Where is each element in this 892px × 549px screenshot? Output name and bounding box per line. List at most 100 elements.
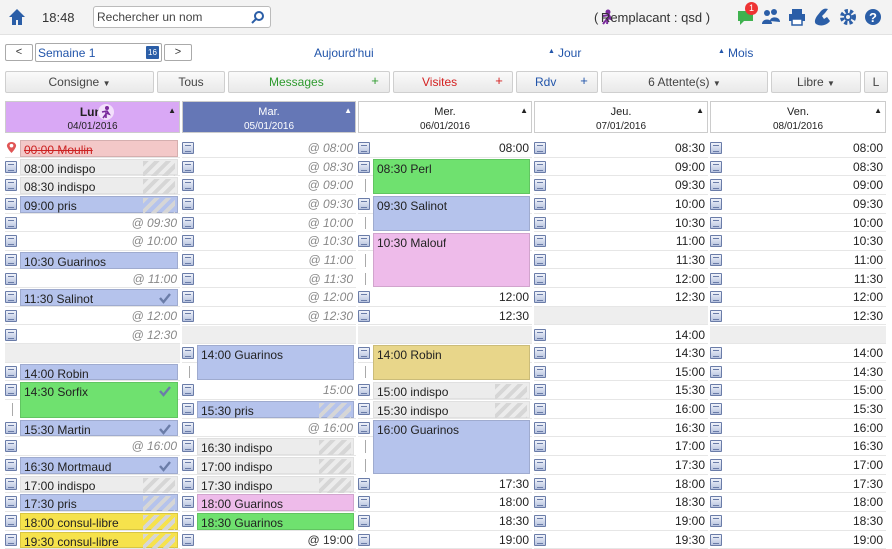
time-slot[interactable]: 14:30: [710, 363, 886, 382]
time-slot[interactable]: @ 10:30: [182, 232, 356, 251]
time-slot[interactable]: 17:00: [534, 437, 708, 456]
time-slot[interactable]: @ 10:00: [182, 214, 356, 233]
time-slot[interactable]: 18:00: [710, 493, 886, 512]
appointment-list-icon[interactable]: [358, 533, 370, 546]
collapse-triangle-icon[interactable]: ▲: [520, 105, 528, 116]
appointment-list-icon[interactable]: [534, 496, 546, 509]
time-slot[interactable]: @ 12:30: [182, 307, 356, 326]
next-week-button[interactable]: >: [164, 44, 192, 61]
time-slot[interactable]: @ 11:00: [5, 270, 180, 289]
time-slot[interactable]: [5, 344, 180, 363]
time-slot[interactable]: 00:00 Moulin: [5, 139, 180, 158]
time-slot[interactable]: 16:00: [534, 400, 708, 419]
time-slot[interactable]: [358, 325, 532, 345]
time-slot[interactable]: [710, 325, 886, 345]
appointment-list-icon[interactable]: [5, 272, 17, 285]
time-slot[interactable]: 11:30: [710, 270, 886, 289]
appointment-list-icon[interactable]: [182, 179, 194, 192]
appointment[interactable]: 16:30 Mortmaud: [20, 457, 178, 474]
time-slot[interactable]: 17:00 indispo: [182, 456, 356, 475]
appointment-list-icon[interactable]: [710, 459, 722, 472]
appointment-list-icon[interactable]: [534, 421, 546, 434]
week-selector[interactable]: Semaine 1 16: [35, 43, 162, 62]
time-slot[interactable]: 12:00: [710, 288, 886, 307]
appointment-list-icon[interactable]: [182, 421, 194, 434]
appointment[interactable]: 09:30 Salinot: [373, 195, 530, 232]
time-slot[interactable]: 15:30 Martin: [5, 419, 180, 438]
time-slot[interactable]: 17:30 indispo: [182, 475, 356, 494]
appointment-list-icon[interactable]: [358, 403, 370, 416]
collapse-triangle-icon[interactable]: ▲: [696, 105, 704, 116]
appointment-list-icon[interactable]: [182, 142, 194, 154]
time-slot[interactable]: @ 16:00: [182, 419, 356, 438]
unavailable-slot[interactable]: 08:00 indispo: [20, 158, 178, 176]
help-icon[interactable]: ?: [863, 7, 883, 27]
appointment-list-icon[interactable]: [710, 197, 722, 210]
appointment-list-icon[interactable]: [5, 365, 17, 378]
time-slot[interactable]: 11:00: [534, 232, 708, 251]
unavailable-slot[interactable]: 15:00 indispo: [373, 382, 530, 400]
appointment-list-icon[interactable]: [534, 403, 546, 416]
appointment-list-icon[interactable]: [710, 365, 722, 378]
day-header-mar[interactable]: Mar. 05/01/2016 ▲: [182, 101, 356, 133]
time-slot[interactable]: 08:30 indispo: [5, 176, 180, 195]
time-slot[interactable]: 14:00 Robin: [5, 363, 180, 382]
appointment-list-icon[interactable]: [182, 496, 194, 509]
time-slot[interactable]: 08:00: [710, 139, 886, 158]
appointment-list-icon[interactable]: [710, 533, 722, 546]
time-slot[interactable]: 12:30: [358, 307, 532, 326]
home-icon[interactable]: [7, 7, 27, 27]
appointment[interactable]: 18:30 Guarinos: [197, 513, 354, 530]
time-slot[interactable]: 12:30: [710, 307, 886, 326]
appointment-list-icon[interactable]: [5, 179, 17, 192]
time-slot[interactable]: 16:30: [710, 437, 886, 456]
time-slot[interactable]: 18:00 Guarinos: [182, 493, 356, 512]
l-filter[interactable]: L: [864, 71, 888, 93]
appointment-list-icon[interactable]: [358, 384, 370, 397]
free-consultation-slot[interactable]: 19:30 consul-libre: [20, 531, 178, 549]
time-slot[interactable]: 10:30: [534, 214, 708, 233]
time-slot[interactable]: 08:00 indispo: [5, 158, 180, 177]
appointment-list-icon[interactable]: [5, 253, 17, 266]
time-slot[interactable]: 11:30 Salinot: [5, 288, 180, 307]
appointment-list-icon[interactable]: [182, 533, 194, 546]
appointment[interactable]: 14:30 Sorfix: [20, 382, 178, 418]
appointment-list-icon[interactable]: [534, 235, 546, 248]
appointment-list-icon[interactable]: [710, 477, 722, 490]
unavailable-slot[interactable]: 17:00 indispo: [20, 475, 178, 493]
appointment-list-icon[interactable]: [182, 160, 194, 173]
taken-slot[interactable]: 09:00 pris: [20, 195, 178, 213]
time-slot[interactable]: 17:30: [534, 456, 708, 475]
time-slot[interactable]: 15:30: [710, 400, 886, 419]
appointment-list-icon[interactable]: [534, 253, 546, 266]
unavailable-slot[interactable]: 15:30 indispo: [373, 401, 530, 419]
appointment-list-icon[interactable]: [182, 515, 194, 527]
time-slot[interactable]: 10:00: [710, 214, 886, 233]
appointment-list-icon[interactable]: [534, 142, 546, 154]
taken-slot[interactable]: 15:30 pris: [197, 401, 354, 419]
appointment-list-icon[interactable]: [5, 235, 17, 248]
time-slot[interactable]: 09:30: [534, 176, 708, 195]
appointment-list-icon[interactable]: [534, 515, 546, 527]
time-slot[interactable]: 08:30: [710, 158, 886, 177]
appointment-list-icon[interactable]: [534, 179, 546, 192]
time-slot[interactable]: 12:00: [534, 270, 708, 289]
appointment-list-icon[interactable]: [358, 496, 370, 509]
month-view-link[interactable]: Mois: [728, 46, 753, 60]
appointment-list-icon[interactable]: [358, 515, 370, 527]
time-slot[interactable]: 14:00: [710, 344, 886, 363]
time-slot[interactable]: 18:00: [358, 493, 532, 512]
time-slot[interactable]: 08:30 Perl: [358, 158, 532, 194]
appointment-list-icon[interactable]: [182, 384, 194, 397]
appointment-list-icon[interactable]: [182, 272, 194, 285]
time-slot[interactable]: 10:00: [534, 195, 708, 214]
day-view-link[interactable]: Jour: [558, 46, 581, 60]
time-slot[interactable]: 14:00 Robin: [358, 344, 532, 381]
appointment-list-icon[interactable]: [182, 440, 194, 453]
free-consultation-slot[interactable]: 18:00 consul-libre: [20, 513, 178, 530]
day-header-lun[interactable]: Lun. 04/01/2016 ▲: [5, 101, 180, 133]
appointment[interactable]: 14:00 Guarinos: [197, 345, 354, 381]
appointment-list-icon[interactable]: [358, 421, 370, 434]
time-slot[interactable]: 09:00 pris: [5, 195, 180, 214]
day-header-ven[interactable]: Ven. 08/01/2016 ▲: [710, 101, 886, 133]
